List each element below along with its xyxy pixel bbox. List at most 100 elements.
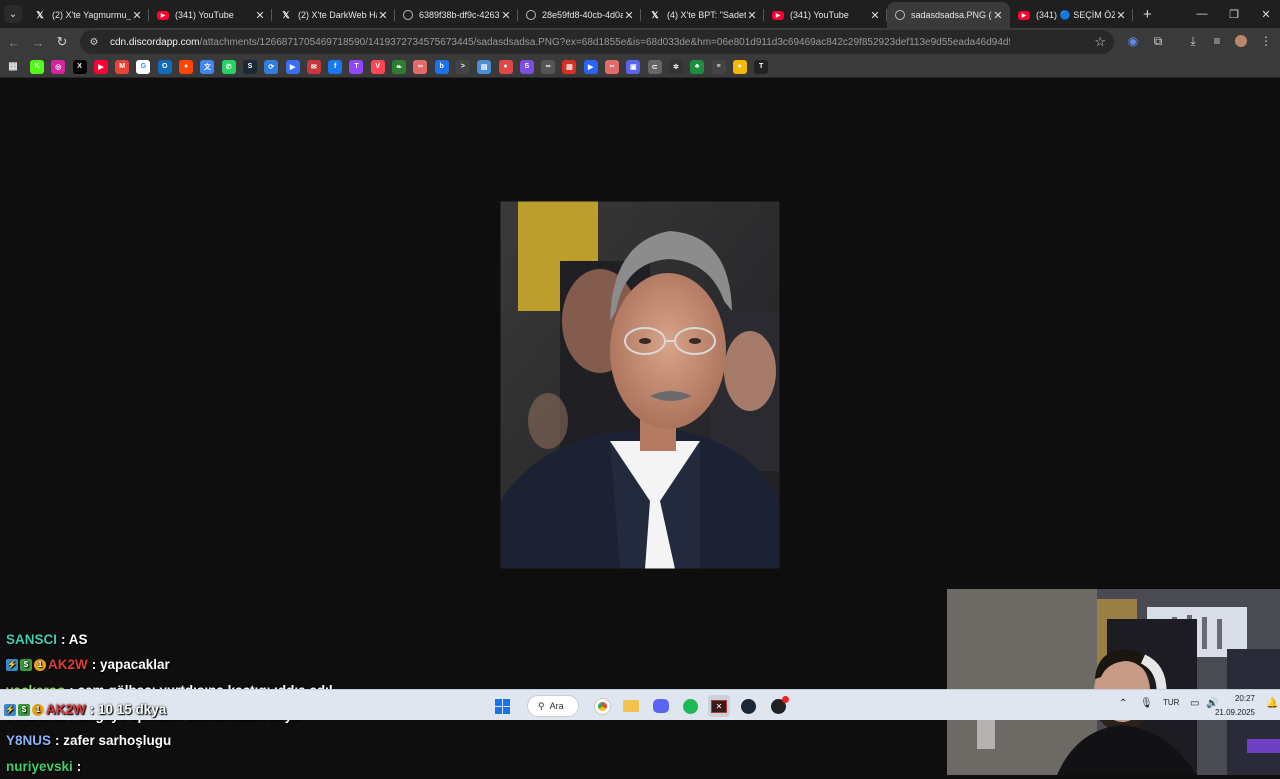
tab-close-icon[interactable]: ✕ xyxy=(992,9,1004,22)
browser-tab[interactable]: 6389f38b-df9c-4263 ✕ xyxy=(395,2,518,28)
language-indicator[interactable]: TUR xyxy=(1163,698,1179,707)
chat-username: AK2W xyxy=(46,702,86,717)
youtube-icon: ▶ xyxy=(157,10,169,20)
tab-close-icon[interactable]: ✕ xyxy=(131,9,143,22)
globe-icon xyxy=(403,10,413,20)
bookmark-s-purple-icon[interactable]: S xyxy=(519,59,534,74)
notification-icon[interactable]: 🔔 xyxy=(1266,698,1278,709)
bookmark-tech-icon[interactable]: T xyxy=(754,59,769,74)
site-info-icon[interactable]: ⚙ xyxy=(88,36,100,48)
microphone-icon[interactable]: 🎙 xyxy=(1140,698,1153,709)
bookmark-whatsapp-icon[interactable]: ✆ xyxy=(221,59,236,74)
tab-close-icon[interactable]: ✕ xyxy=(254,9,266,22)
tab-close-icon[interactable]: ✕ xyxy=(869,9,881,22)
bookmark-sync-icon[interactable]: ⟳ xyxy=(264,59,279,74)
close-window-button[interactable]: ✕ xyxy=(1250,0,1280,28)
bookmark-chain-icon[interactable]: ⊂ xyxy=(647,59,662,74)
tab-close-icon[interactable]: ✕ xyxy=(377,9,389,22)
taskbar-spotify[interactable] xyxy=(679,695,701,717)
downloads-button[interactable]: ⤓ xyxy=(1183,30,1203,52)
tab-close-icon[interactable]: ✕ xyxy=(1115,9,1127,22)
bookmark-list: K ◎ X ▶ M G O ● 文 ✆ S ⟳ ▶ ✉ f T V ❧ ∞ b > ▤ ● S ∞ ▥ ▶ ∞ ▣ ⊂ ✲ ♣ ≡ ● T xyxy=(30,59,775,74)
browser-tab[interactable]: 28e59fd8-40cb-4d0a ✕ xyxy=(518,2,641,28)
browser-tab[interactable]: ▶ (341) 🔵 SEÇİM ÖZEL✕ xyxy=(1010,2,1133,28)
extensions-button[interactable]: ⧉ xyxy=(1148,30,1168,52)
windows-logo-icon xyxy=(494,698,510,714)
forward-button[interactable]: → xyxy=(26,30,50,54)
bookmark-docs-icon[interactable]: ▤ xyxy=(477,59,492,74)
bookmark-valorant-icon[interactable]: V xyxy=(370,59,385,74)
network-icon[interactable]: ▭ xyxy=(1190,698,1199,709)
system-clock[interactable]: 20:27 21.09.2025 xyxy=(1215,692,1255,720)
browser-tab[interactable]: 𝕏 (2) X'te Yagmurmu_5 ✕ xyxy=(26,2,149,28)
bookmark-x-icon[interactable]: X xyxy=(72,59,87,74)
bookmark-arrow-icon[interactable]: > xyxy=(455,59,470,74)
taskbar-terminal[interactable]: ✕ xyxy=(708,695,730,717)
bookmark-tree-icon[interactable]: ♣ xyxy=(690,59,705,74)
url-text[interactable]: cdn.discordapp.com/attachments/126687170… xyxy=(110,37,1010,48)
bookmark-stats-icon[interactable]: ▥ xyxy=(562,59,577,74)
reload-button[interactable]: ↻ xyxy=(50,30,74,54)
minimize-button[interactable]: — xyxy=(1186,0,1218,28)
chat-text: : xyxy=(76,758,82,774)
bookmark-reddit-icon[interactable]: ● xyxy=(179,59,194,74)
profile-button[interactable] xyxy=(1231,30,1251,52)
tab-title: (2) X'te DarkWeb Hab xyxy=(298,10,377,20)
browser-tab[interactable]: 𝕏 (2) X'te DarkWeb Hab ✕ xyxy=(272,2,395,28)
menu-button[interactable]: ⋮ xyxy=(1256,30,1276,52)
bookmark-translate-icon[interactable]: 文 xyxy=(200,59,215,74)
bookmark-star-icon[interactable]: ☆ xyxy=(1094,34,1106,50)
bookmark-b-site-icon[interactable]: b xyxy=(434,59,449,74)
tray-overflow-icon[interactable]: ⌃ xyxy=(1119,698,1127,709)
start-button[interactable] xyxy=(491,695,513,717)
bookmark-twitch-icon[interactable]: T xyxy=(349,59,364,74)
bookmark-youtube-icon[interactable]: ▶ xyxy=(93,59,108,74)
chat-text: : 10 15 dkya xyxy=(89,702,167,717)
extension-google-button[interactable]: ◉ xyxy=(1123,30,1143,52)
tab-search-button[interactable]: ⌄ xyxy=(4,5,22,23)
bookmark-leaf-icon[interactable]: ❧ xyxy=(392,59,407,74)
chat-username: AK2W xyxy=(48,657,88,673)
taskbar-chrome[interactable] xyxy=(591,695,613,717)
back-button[interactable]: ← xyxy=(2,30,26,54)
terminal-icon: ✕ xyxy=(711,699,727,713)
taskbar-steam[interactable] xyxy=(737,695,759,717)
address-bar[interactable]: ⚙ cdn.discordapp.com/attachments/1266871… xyxy=(80,30,1114,54)
browser-tab[interactable]: sadasdsadsa.PNG (42✕ xyxy=(887,2,1010,28)
displayed-image[interactable] xyxy=(500,201,780,569)
bookmark-outlook-icon[interactable]: O xyxy=(157,59,172,74)
taskbar-file-explorer[interactable] xyxy=(620,695,642,717)
taskbar-app[interactable] xyxy=(767,695,789,717)
bookmark-kick-icon[interactable]: K xyxy=(30,59,44,74)
spotify-icon xyxy=(682,698,698,714)
bookmark-link-b-icon[interactable]: ∞ xyxy=(605,59,620,74)
bookmark-play-icon[interactable]: ▶ xyxy=(285,59,300,74)
bookmark-instagram-icon[interactable]: ◎ xyxy=(51,59,66,74)
tab-close-icon[interactable]: ✕ xyxy=(623,9,635,22)
restore-button[interactable]: ❐ xyxy=(1218,0,1250,28)
media-controls-button[interactable]: ≡ xyxy=(1207,30,1227,52)
tab-close-icon[interactable]: ✕ xyxy=(746,9,758,22)
bookmark-glasses-icon[interactable]: ∞ xyxy=(541,59,556,74)
taskbar-discord[interactable] xyxy=(650,695,672,717)
bookmark-google-icon[interactable]: G xyxy=(136,59,151,74)
bookmark-stack-icon[interactable]: ≡ xyxy=(711,59,726,74)
bookmark-ticket-icon[interactable]: ▣ xyxy=(626,59,641,74)
bookmark-gmail-icon[interactable]: M xyxy=(115,59,130,74)
image-viewer: SANSCI: AS⚡$1AK2W: yapacaklarvackeroo: c… xyxy=(0,79,1280,775)
bookmark-facebook-icon[interactable]: f xyxy=(328,59,343,74)
browser-tab[interactable]: 𝕏 (4) X'te BPT: "Sadettin✕ xyxy=(641,2,764,28)
bookmark-blue-play-icon[interactable]: ▶ xyxy=(583,59,598,74)
browser-tab[interactable]: ▶ (341) YouTube ✕ xyxy=(149,2,272,28)
bookmark-steam-market-icon[interactable]: S xyxy=(242,59,257,74)
new-tab-button[interactable]: + xyxy=(1143,6,1152,23)
bookmark-red-dot-icon[interactable]: ● xyxy=(498,59,513,74)
bookmark-openai-icon[interactable]: ✲ xyxy=(668,59,683,74)
browser-tab[interactable]: ▶ (341) YouTube ✕ xyxy=(764,2,887,28)
bookmark-link-a-icon[interactable]: ∞ xyxy=(413,59,428,74)
tab-close-icon[interactable]: ✕ xyxy=(500,9,512,22)
bookmark-mail-icon[interactable]: ✉ xyxy=(306,59,321,74)
taskbar-search[interactable]: ⚲ Ara xyxy=(527,695,579,717)
bookmark-coin-icon[interactable]: ● xyxy=(732,59,747,74)
apps-button[interactable]: ▦ xyxy=(6,60,20,74)
